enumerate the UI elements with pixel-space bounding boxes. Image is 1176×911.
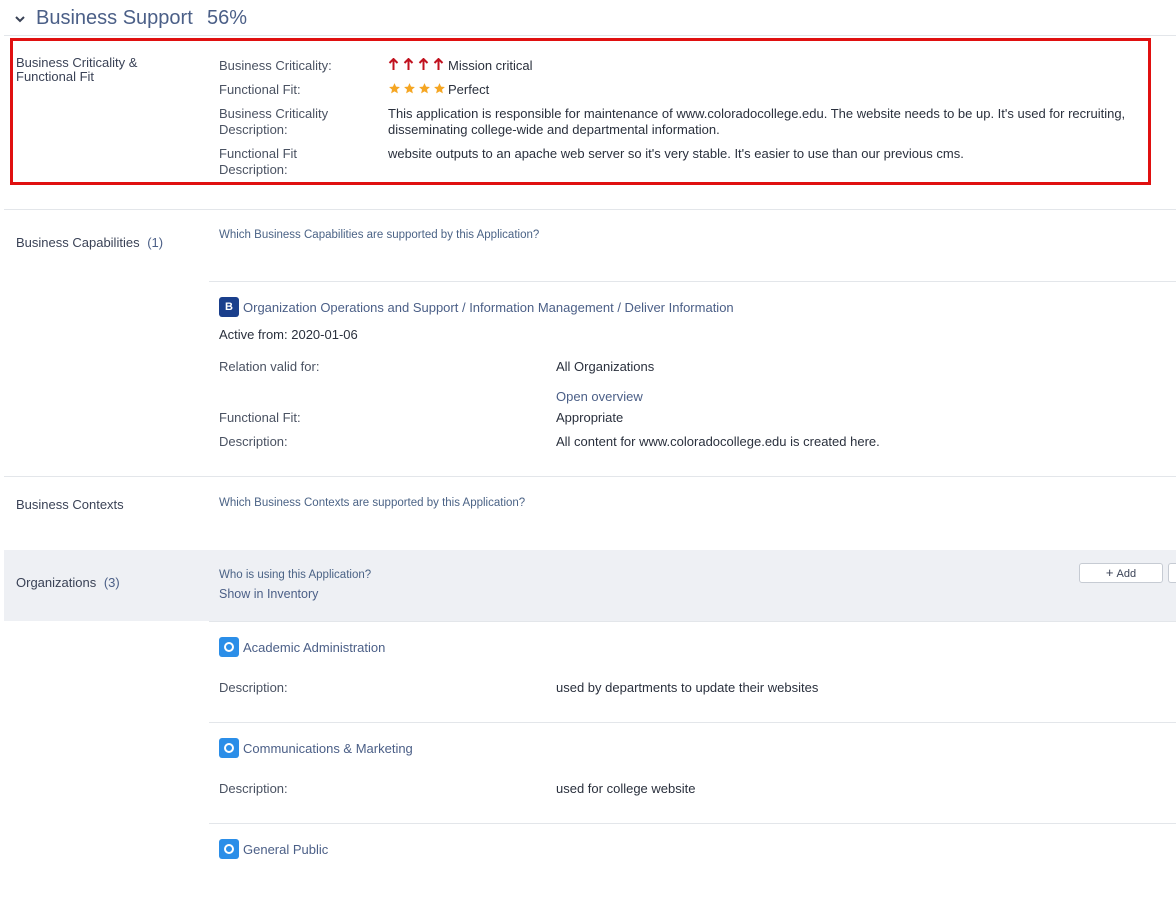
capabilities-title: Business Capabilities bbox=[16, 235, 140, 250]
organizations-header-band bbox=[4, 550, 1176, 621]
contexts-side-label: Business Contexts bbox=[16, 497, 124, 512]
capabilities-count: (1) bbox=[147, 235, 164, 250]
organization-icon bbox=[219, 637, 239, 657]
divider bbox=[4, 209, 1176, 210]
chevron-down-icon[interactable] bbox=[13, 12, 27, 26]
organization-link[interactable]: General Public bbox=[243, 842, 328, 857]
arrow-up-icon bbox=[418, 58, 429, 70]
show-in-inventory-link[interactable]: Show in Inventory bbox=[219, 587, 318, 601]
divider bbox=[209, 722, 1176, 723]
capability-description-value: All content for www.coloradocollege.edu … bbox=[556, 434, 880, 449]
relation-valid-value: All Organizations bbox=[556, 359, 655, 374]
organizations-side-label: Organizations (3) bbox=[16, 575, 120, 590]
capability-fit-value: Appropriate bbox=[556, 410, 624, 425]
section-title: Business Support bbox=[36, 7, 193, 29]
star-icon bbox=[404, 83, 415, 94]
capability-fit-label: Functional Fit: bbox=[219, 410, 301, 425]
open-overview-link[interactable]: Open overview bbox=[556, 389, 643, 404]
functional-fit-label: Functional Fit: bbox=[219, 82, 301, 97]
criticality-description-label: Business Criticality Description: bbox=[219, 106, 329, 137]
star-icon bbox=[389, 83, 400, 94]
arrow-up-icon bbox=[403, 58, 414, 70]
arrow-up-icon bbox=[433, 58, 444, 70]
capabilities-hint: Which Business Capabilities are supporte… bbox=[219, 229, 540, 241]
capability-active-from: Active from: 2020-01-06 bbox=[219, 327, 358, 342]
divider bbox=[209, 823, 1176, 824]
organizations-hint: Who is using this Application? bbox=[219, 569, 372, 581]
business-criticality-value: Mission critical bbox=[388, 58, 533, 73]
functional-fit-text: Perfect bbox=[448, 82, 490, 97]
divider bbox=[209, 621, 1176, 622]
star-icon bbox=[434, 83, 445, 94]
organization-description-label: Description: bbox=[219, 680, 288, 695]
capability-description-label: Description: bbox=[219, 434, 288, 449]
business-capability-badge: B bbox=[219, 297, 239, 317]
add-button-label: Add bbox=[1116, 568, 1137, 580]
functional-fit-stars bbox=[388, 82, 448, 97]
add-organization-button[interactable]: + Add bbox=[1079, 563, 1163, 583]
star-icon bbox=[419, 83, 430, 94]
organization-link[interactable]: Communications & Marketing bbox=[243, 741, 413, 756]
plus-icon: + bbox=[1105, 565, 1114, 580]
organizations-title: Organizations bbox=[16, 575, 97, 590]
organization-link[interactable]: Academic Administration bbox=[243, 640, 385, 655]
fit-description-label: Functional Fit Description: bbox=[219, 146, 298, 177]
capabilities-side-label: Business Capabilities (1) bbox=[16, 235, 163, 250]
arrow-up-icon bbox=[388, 58, 399, 70]
capability-link[interactable]: Organization Operations and Support / In… bbox=[243, 300, 734, 315]
divider bbox=[4, 35, 1176, 36]
organization-icon bbox=[219, 839, 239, 859]
organizations-count: (3) bbox=[103, 575, 120, 590]
criticality-side-label: Business Criticality & Functional Fit bbox=[16, 55, 138, 84]
relation-valid-label: Relation valid for: bbox=[219, 359, 320, 374]
organization-description-label: Description: bbox=[219, 781, 288, 796]
organization-description-value: used for college website bbox=[556, 781, 696, 796]
divider bbox=[209, 281, 1176, 282]
criticality-arrows bbox=[388, 58, 448, 73]
fit-description-value: website outputs to an apache web server … bbox=[388, 146, 964, 161]
more-options-button[interactable] bbox=[1168, 563, 1176, 583]
organization-icon bbox=[219, 738, 239, 758]
functional-fit-value: Perfect bbox=[388, 82, 489, 97]
organization-description-value: used by departments to update their webs… bbox=[556, 680, 819, 695]
divider bbox=[4, 476, 1176, 477]
business-criticality-text: Mission critical bbox=[448, 58, 533, 73]
criticality-description-value: This application is responsible for main… bbox=[388, 106, 1126, 137]
section-completion-percent: 56% bbox=[207, 7, 248, 29]
contexts-hint: Which Business Contexts are supported by… bbox=[219, 497, 526, 509]
business-criticality-label: Business Criticality: bbox=[219, 58, 332, 73]
